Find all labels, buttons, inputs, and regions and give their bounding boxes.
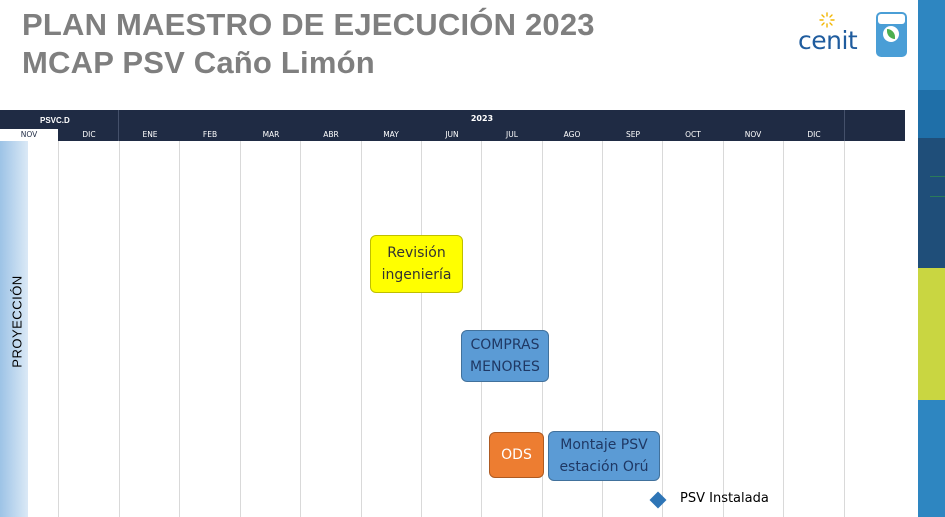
certification-badge-icon [876, 12, 907, 57]
grid-line [361, 141, 362, 517]
page-title: PLAN MAESTRO DE EJECUCIÓN 2023 MCAP PSV … [22, 6, 595, 82]
strip-divider [930, 196, 945, 197]
month-may: MAY [383, 130, 399, 139]
right-color-strip [918, 0, 945, 517]
header-separator [844, 110, 845, 141]
row-header-label: PROYECCIÓN [9, 275, 25, 368]
month-feb: FEB [202, 130, 218, 139]
title-line-2: MCAP PSV Caño Limón [22, 45, 375, 80]
grid-line [662, 141, 663, 517]
month-abr: ABR [323, 130, 339, 139]
task-label-line: ODS [501, 447, 532, 463]
task-montaje-psv[interactable]: Montaje PSV estación Orú [548, 431, 660, 481]
month-nov: NOV [744, 130, 762, 139]
month-jul: JUL [506, 130, 518, 139]
month-jun: JUN [445, 130, 459, 139]
month-nov-prev: NOV [0, 129, 58, 141]
grid-line [58, 141, 59, 517]
month-dic-prev: DIC [82, 130, 96, 139]
grid-line [300, 141, 301, 517]
month-oct: OCT [685, 130, 701, 139]
task-label-line: estación Orú [559, 459, 649, 475]
month-ene: ENE [142, 130, 158, 139]
title-line-1: PLAN MAESTRO DE EJECUCIÓN 2023 [22, 7, 595, 42]
header-year-row [0, 110, 905, 128]
task-revision-ingenieria[interactable]: Revisión ingeniería [370, 235, 463, 293]
task-ods[interactable]: ODS [489, 432, 544, 478]
task-compras-menores[interactable]: COMPRAS MENORES [461, 330, 549, 382]
cenit-logo: cenit [798, 12, 858, 58]
month-sep: SEP [625, 130, 641, 139]
grid-line [421, 141, 422, 517]
grid-line [723, 141, 724, 517]
grid-line [119, 141, 120, 517]
milestone-diamond-icon [649, 491, 667, 509]
month-ago: AGO [563, 130, 581, 139]
task-label-line: ingeniería [381, 267, 452, 283]
grid-line [179, 141, 180, 517]
grid-line [783, 141, 784, 517]
milestone-label: PSV Instalada [680, 491, 769, 506]
strip-divider [930, 176, 945, 177]
grid-line [240, 141, 241, 517]
year-label: 2023 [470, 114, 494, 123]
month-mar: MAR [262, 130, 280, 139]
month-dic: DIC [807, 130, 821, 139]
prev-period-label: PSVC.D [40, 116, 70, 125]
task-label-line: Montaje PSV [560, 437, 648, 453]
brand-wordmark: cenit [798, 26, 858, 55]
task-label-line: Revisión [387, 245, 446, 261]
task-label-line: MENORES [470, 359, 540, 375]
grid-line [844, 141, 845, 517]
task-label-line: COMPRAS [470, 337, 540, 353]
grid-line [481, 141, 482, 517]
